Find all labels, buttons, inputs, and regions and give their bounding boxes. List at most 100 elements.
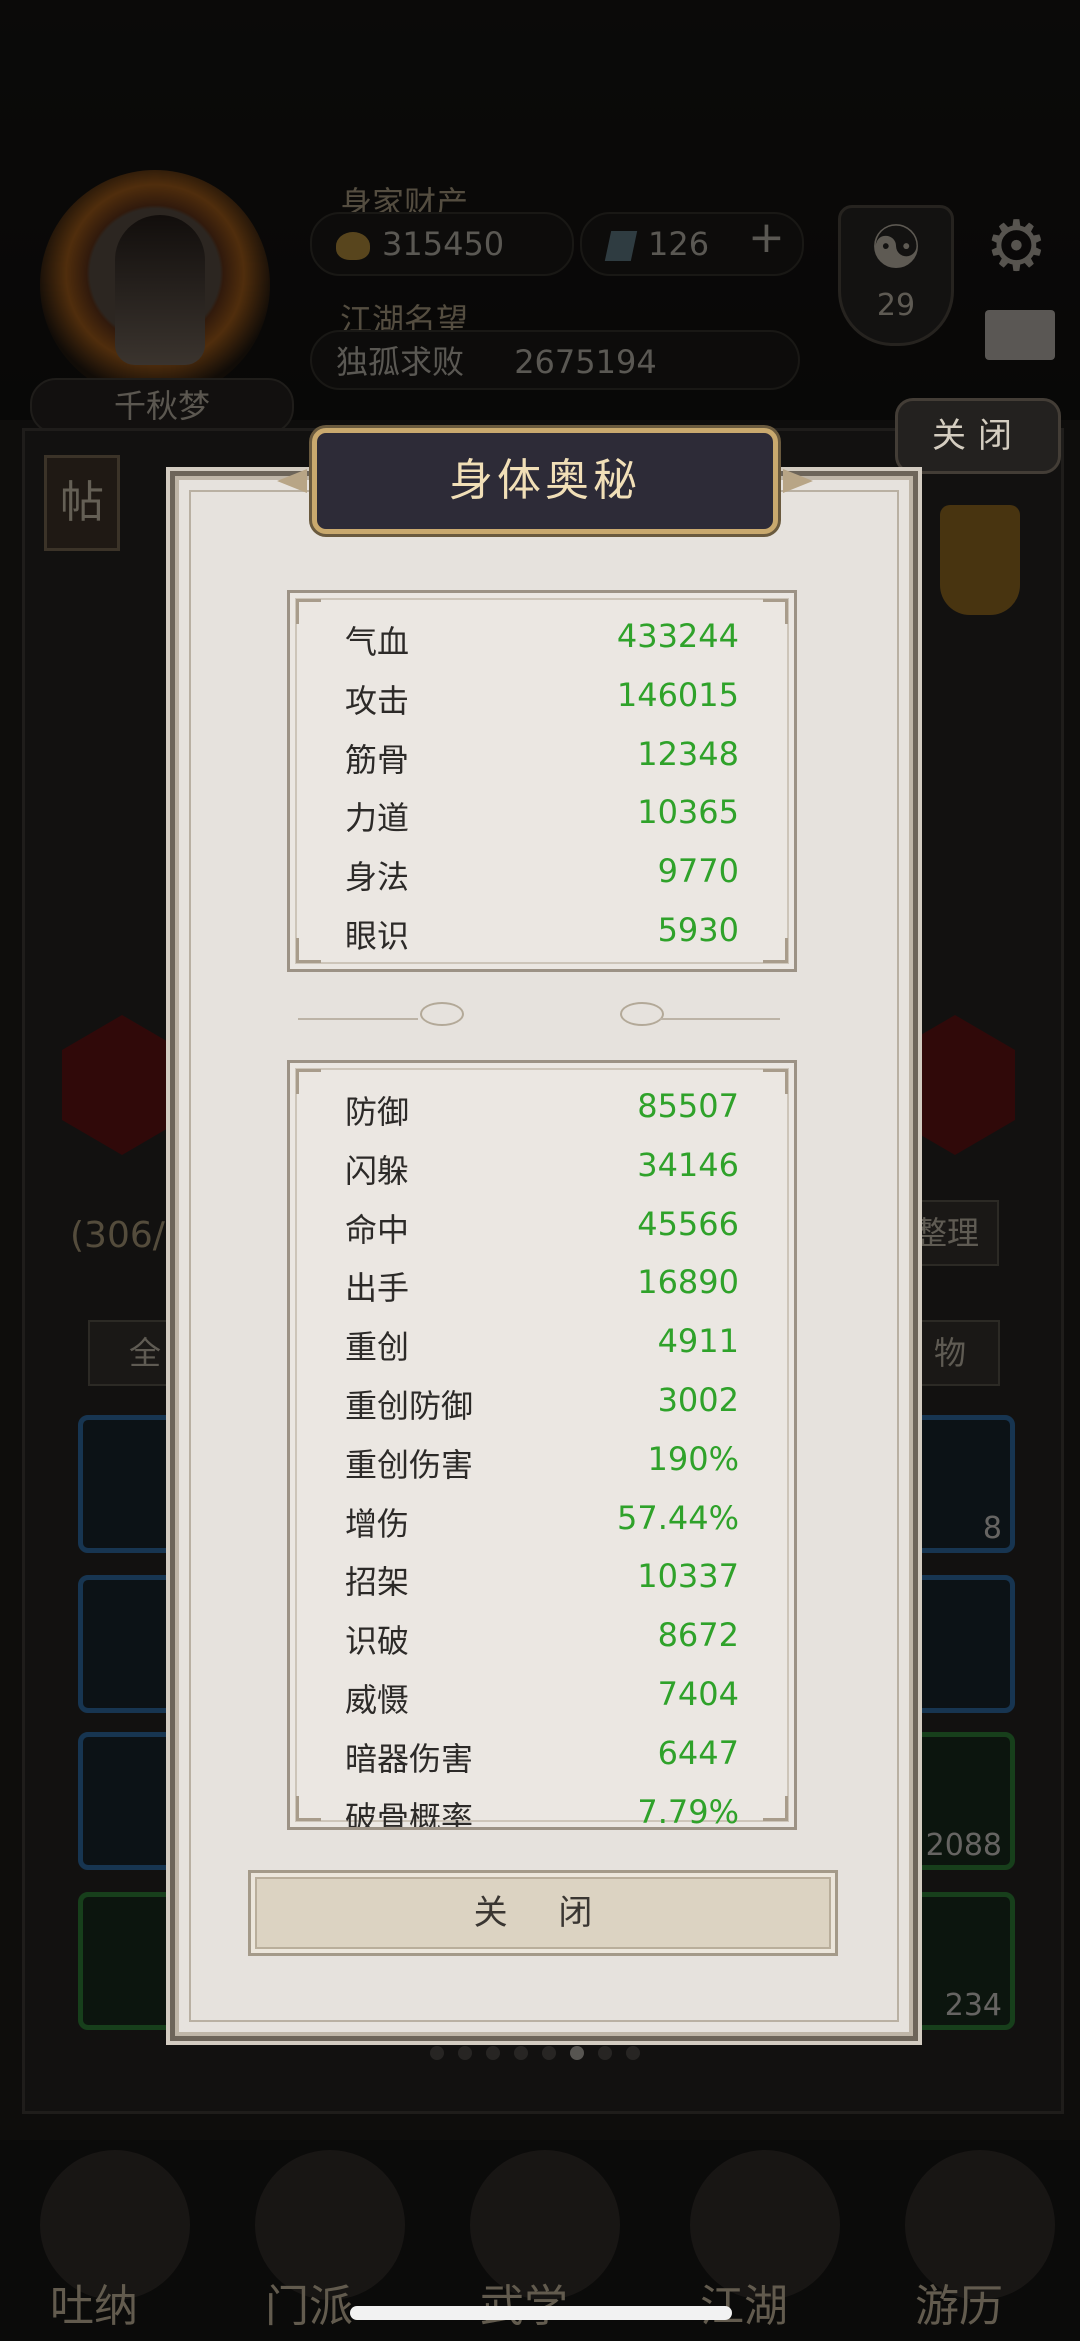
reputation-value: 2675194 xyxy=(514,343,657,381)
corner-ornament xyxy=(296,938,321,963)
stat-row: 出手 16890 xyxy=(345,1257,739,1316)
level-value: 29 xyxy=(876,288,916,323)
stat-row: 眼识 5930 xyxy=(345,905,739,964)
page-dot xyxy=(514,2046,528,2060)
reputation-bar: 独孤求败 2675194 xyxy=(310,330,800,390)
stat-value: 57.44% xyxy=(616,1498,739,1537)
top-close-button[interactable]: 关闭 xyxy=(895,398,1061,474)
stat-row: 增伤 57.44% xyxy=(345,1493,739,1552)
page-dot xyxy=(598,2046,612,2060)
stat-name: 命中 xyxy=(345,1210,410,1249)
page-dot xyxy=(570,2046,584,2060)
stat-row: 身法 9770 xyxy=(345,846,739,905)
stat-value: 6447 xyxy=(657,1733,739,1772)
divider-line xyxy=(298,1010,418,1020)
stat-row: 防御 85507 xyxy=(345,1081,739,1140)
stat-name: 防御 xyxy=(345,1093,410,1131)
stat-row: 威慑 7404 xyxy=(345,1669,739,1728)
gem-icon xyxy=(604,231,638,261)
stat-row: 重创伤害 190% xyxy=(345,1434,739,1493)
item-count: 2088 xyxy=(925,1828,1002,1863)
stat-name: 气血 xyxy=(345,623,410,661)
page-dot xyxy=(430,2046,444,2060)
corner-ornament xyxy=(296,599,321,624)
stat-value: 190% xyxy=(647,1439,739,1478)
nav-label: 江湖 xyxy=(700,2281,788,2332)
stat-name: 筋骨 xyxy=(345,740,410,779)
stat-name: 识破 xyxy=(345,1622,410,1661)
stat-value: 85507 xyxy=(637,1087,739,1125)
stat-name: 力道 xyxy=(345,799,410,838)
stat-name: 眼识 xyxy=(345,916,410,955)
corner-ornament xyxy=(296,1796,321,1821)
nav-label: 武学 xyxy=(480,2270,568,2334)
gear-icon[interactable]: ⚙ xyxy=(985,205,1048,287)
stat-value: 34146 xyxy=(637,1145,739,1184)
add-currency-icon[interactable]: + xyxy=(748,212,785,263)
stat-row: 气血 433244 xyxy=(345,611,739,670)
gem-value: 126 xyxy=(648,225,710,263)
corner-ornament xyxy=(763,599,788,624)
stat-row: 重创 4911 xyxy=(345,1316,739,1375)
page-dot xyxy=(486,2046,500,2060)
reputation-title: 独孤求败 xyxy=(336,343,465,381)
stat-row: 力道 10365 xyxy=(345,787,739,846)
stat-row: 识破 8672 xyxy=(345,1610,739,1669)
stat-name: 攻击 xyxy=(345,681,410,720)
mail-icon[interactable] xyxy=(985,310,1055,360)
nav-label: 门派 xyxy=(265,2281,353,2332)
item-count: 234 xyxy=(944,1988,1002,2023)
stat-name: 招架 xyxy=(345,1563,410,1602)
dialog-title: 身体奥秘 xyxy=(449,455,641,506)
stat-value: 433244 xyxy=(616,617,739,655)
stat-row: 重创防御 3002 xyxy=(345,1375,739,1434)
stat-row: 命中 45566 xyxy=(345,1199,739,1258)
stat-name: 重创 xyxy=(345,1328,410,1367)
stat-name: 重创伤害 xyxy=(345,1445,474,1484)
dialog-title-plate: 身体奥秘 xyxy=(277,428,813,534)
page-dot xyxy=(626,2046,640,2060)
stat-value: 3002 xyxy=(657,1380,739,1419)
stat-value: 16890 xyxy=(637,1263,739,1302)
stat-row: 破骨概率 7.79% xyxy=(345,1787,739,1830)
stat-row: 暗器伤害 6447 xyxy=(345,1728,739,1787)
medal-icon[interactable] xyxy=(940,505,1020,615)
stat-row: 闪躲 34146 xyxy=(345,1140,739,1199)
combat-stats-box[interactable]: 防御 85507 闪躲 34146 命中 45566 出手 16890 重创 4911 重创防御 30… xyxy=(287,1060,797,1830)
nav-label: 吐纳 xyxy=(50,2281,138,2332)
stat-value: 10365 xyxy=(637,793,739,832)
avatar-figure xyxy=(115,215,205,365)
stat-name: 闪躲 xyxy=(345,1151,410,1190)
stat-name: 威慑 xyxy=(345,1680,410,1719)
corner-ornament xyxy=(296,1069,321,1094)
stat-row: 招架 10337 xyxy=(345,1551,739,1610)
close-button[interactable]: 关 闭 xyxy=(248,1870,838,1956)
corner-ornament xyxy=(763,1069,788,1094)
filter-items-tab[interactable]: 物 xyxy=(900,1320,1000,1386)
item-count: 8 xyxy=(982,1511,1002,1546)
game-screen: 千秋梦 身家财产 315450 126 + 江湖名望 独孤求败 2675194 … xyxy=(0,0,1080,2341)
stat-name: 增伤 xyxy=(345,1504,410,1543)
stat-value: 4911 xyxy=(657,1322,739,1361)
stat-value: 7404 xyxy=(657,1674,739,1713)
gold-counter: 315450 xyxy=(310,212,574,276)
stat-name: 暗器伤害 xyxy=(345,1739,474,1778)
base-stats-box: 气血 433244 攻击 146015 筋骨 12348 力道 10365 身法 9770 眼识 59… xyxy=(287,590,797,972)
player-name: 千秋梦 xyxy=(30,378,294,434)
base-stats-list: 气血 433244 攻击 146015 筋骨 12348 力道 10365 身法 9770 眼识 59… xyxy=(345,611,739,964)
corner-ornament xyxy=(763,1796,788,1821)
stat-name: 出手 xyxy=(345,1269,410,1308)
page-dot xyxy=(542,2046,556,2060)
stat-value: 146015 xyxy=(616,675,739,714)
nav-label: 游历 xyxy=(915,2281,1003,2332)
stat-name: 身法 xyxy=(345,858,410,897)
level-badge[interactable]: ☯ 29 xyxy=(838,205,954,346)
page-dot xyxy=(458,2046,472,2060)
home-indicator[interactable] xyxy=(350,2306,732,2320)
taiji-icon: ☯ xyxy=(869,213,923,283)
divider-line xyxy=(660,1010,780,1020)
tie-card-icon[interactable]: 帖 xyxy=(44,455,120,551)
stat-name: 破骨概率 xyxy=(345,1798,474,1830)
stat-value: 8672 xyxy=(657,1616,739,1655)
gold-coin-icon xyxy=(336,232,370,260)
